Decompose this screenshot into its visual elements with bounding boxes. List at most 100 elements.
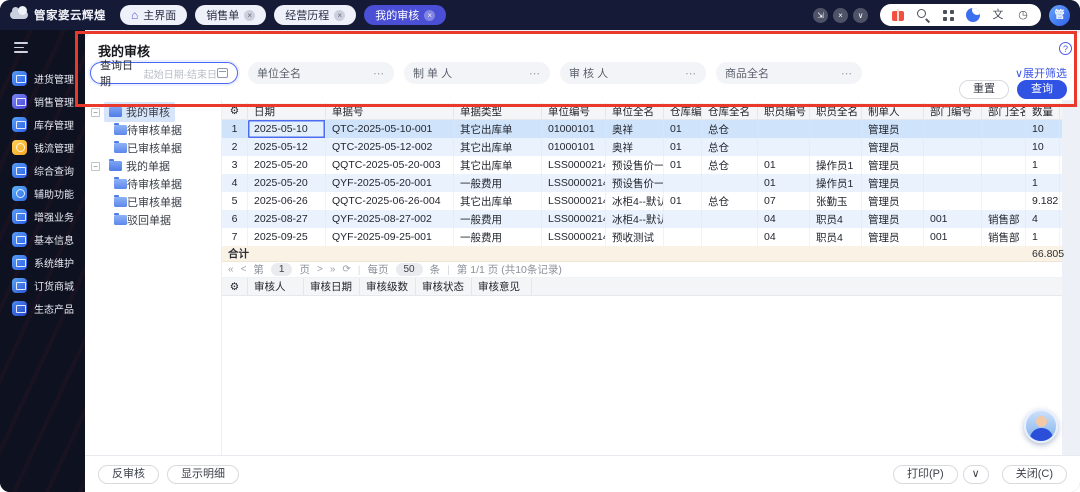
- close-icon[interactable]: ×: [424, 10, 435, 21]
- column-header-职员全名[interactable]: 职员全名: [810, 103, 862, 119]
- tab-经营历程[interactable]: 经营历程×: [274, 5, 356, 25]
- history-icon[interactable]: ◷: [1016, 8, 1030, 22]
- audit-column-header-审核级数[interactable]: 审核级数: [360, 278, 416, 295]
- show-detail-button[interactable]: 显示明细: [167, 465, 239, 484]
- sidebar-item-info[interactable]: 基本信息: [0, 228, 85, 251]
- audit-column-header-审核意见[interactable]: 审核意见: [472, 278, 532, 295]
- tree-node-驳回单据[interactable]: 驳回单据: [85, 211, 221, 229]
- column-header-部门编号[interactable]: 部门编号: [924, 103, 982, 119]
- tab-我的审核[interactable]: 我的审核×: [364, 5, 446, 25]
- sidebar-item-inventory[interactable]: 库存管理: [0, 113, 85, 136]
- table-row[interactable]: 52025-06-26QQTC-2025-06-26-004其它出库单LSS00…: [222, 192, 1062, 210]
- folder-icon: [114, 215, 127, 225]
- close-icon[interactable]: ×: [833, 8, 848, 23]
- sidebar-item-sales[interactable]: 销售管理: [0, 90, 85, 113]
- column-header-职员编号[interactable]: 职员编号: [758, 103, 810, 119]
- refresh-icon[interactable]: ⟳: [342, 264, 350, 275]
- first-page-button[interactable]: «: [228, 264, 234, 275]
- tree-node-已审核单据[interactable]: 已审核单据: [85, 139, 221, 157]
- sidebar-item-maintain[interactable]: 系统维护: [0, 251, 85, 274]
- close-icon[interactable]: ×: [334, 10, 345, 21]
- calendar-icon[interactable]: [217, 68, 228, 78]
- creator-input[interactable]: 制 单 人 ⋯: [404, 62, 550, 84]
- topbar-avatar[interactable]: 管: [1049, 5, 1070, 26]
- gear-icon[interactable]: ⚙: [222, 103, 248, 119]
- auditor-input[interactable]: 审 核 人 ⋯: [560, 62, 706, 84]
- print-button[interactable]: 打印(P): [893, 465, 958, 484]
- unit-name-input[interactable]: 单位全名 ⋯: [248, 62, 394, 84]
- audit-column-header-审核人[interactable]: 审核人: [248, 278, 304, 295]
- column-header-数量[interactable]: 数量: [1026, 103, 1060, 119]
- sidebar-item-assist[interactable]: 辅助功能: [0, 182, 85, 205]
- collapse-icon[interactable]: ∨: [853, 8, 868, 23]
- ellipsis-icon[interactable]: ⋯: [685, 67, 697, 80]
- prev-page-button[interactable]: <: [241, 264, 247, 275]
- sidebar-item-purchase[interactable]: 进货管理: [0, 67, 85, 90]
- expand-filter-link[interactable]: ∨展开筛选: [1015, 65, 1067, 81]
- column-header-制单人[interactable]: 制单人: [862, 103, 924, 119]
- search-button[interactable]: 查询: [1017, 80, 1067, 99]
- sidebar-item-label: 进货管理: [34, 71, 74, 86]
- audit-column-header-审核状态[interactable]: 审核状态: [416, 278, 472, 295]
- language-icon[interactable]: 文: [991, 8, 1005, 22]
- column-header-日期[interactable]: 日期: [248, 103, 326, 119]
- audit-column-header-审核日期[interactable]: 审核日期: [304, 278, 360, 295]
- sidebar-item-mall[interactable]: 订货商城: [0, 274, 85, 297]
- help-icon[interactable]: ?: [1059, 42, 1072, 55]
- column-header-单据号[interactable]: 单据号: [326, 103, 454, 119]
- field-label: 审 核 人: [569, 65, 608, 81]
- search-icon[interactable]: [916, 8, 930, 22]
- tree-node-我的审核[interactable]: −我的审核: [85, 103, 221, 121]
- tab-销售单[interactable]: 销售单×: [195, 5, 266, 25]
- tree-node-我的单据[interactable]: −我的单据: [85, 157, 221, 175]
- table-row[interactable]: 22025-05-12QTC-2025-05-12-002其它出库单010001…: [222, 138, 1062, 156]
- gift-icon[interactable]: [891, 8, 905, 22]
- cell: LSS0000214...: [542, 156, 606, 174]
- ellipsis-icon[interactable]: ⋯: [841, 67, 853, 80]
- close-icon[interactable]: ×: [244, 10, 255, 21]
- sidebar-item-cash[interactable]: 钱流管理: [0, 136, 85, 159]
- table-row[interactable]: 62025-08-27QYF-2025-08-27-002一般费用LSS0000…: [222, 210, 1062, 228]
- close-button[interactable]: 关闭(C): [1002, 465, 1067, 484]
- table-row[interactable]: 72025-09-25QYF-2025-09-25-001一般费用LSS0000…: [222, 228, 1062, 246]
- ellipsis-icon[interactable]: ⋯: [529, 67, 541, 80]
- folder-icon: [109, 107, 122, 117]
- date-range-input[interactable]: 查询日期 起始日期-结束日期: [90, 62, 238, 84]
- column-header-部门全名[interactable]: 部门全名: [982, 103, 1026, 119]
- product-name-input[interactable]: 商品全名 ⋯: [716, 62, 862, 84]
- sidebar-item-enhance[interactable]: 增强业务: [0, 205, 85, 228]
- collapse-icon[interactable]: −: [91, 162, 100, 171]
- per-page-input[interactable]: 50: [396, 263, 423, 276]
- apps-icon[interactable]: [941, 8, 955, 22]
- column-header-仓库编号[interactable]: 仓库编号: [664, 103, 702, 119]
- anti-audit-button[interactable]: 反审核: [98, 465, 159, 484]
- column-header-单位全名[interactable]: 单位全名: [606, 103, 664, 119]
- expand-icon[interactable]: ⇲: [813, 8, 828, 23]
- gear-icon[interactable]: ⚙: [222, 278, 248, 295]
- moon-icon[interactable]: [966, 8, 980, 22]
- page-number-input[interactable]: 1: [271, 263, 293, 276]
- tree-node-待审核单据[interactable]: 待审核单据: [85, 175, 221, 193]
- last-page-button[interactable]: »: [330, 264, 336, 275]
- menu-toggle-icon[interactable]: [14, 42, 28, 53]
- ellipsis-icon[interactable]: ⋯: [373, 67, 385, 80]
- cell: [664, 228, 702, 246]
- cell: 2025-05-12: [248, 138, 326, 156]
- sidebar-item-query[interactable]: 综合查询: [0, 159, 85, 182]
- tree-node-待审核单据[interactable]: 待审核单据: [85, 121, 221, 139]
- table-row[interactable]: 42025-05-20QYF-2025-05-20-001一般费用LSS0000…: [222, 174, 1062, 192]
- column-header-单位编号[interactable]: 单位编号: [542, 103, 606, 119]
- column-header-仓库全名[interactable]: 仓库全名: [702, 103, 758, 119]
- user-avatar[interactable]: [1024, 409, 1058, 443]
- table-row[interactable]: 12025-05-10QTC-2025-05-10-001其它出库单010001…: [222, 120, 1062, 138]
- tree-node-已审核单据[interactable]: 已审核单据: [85, 193, 221, 211]
- tab-主界面[interactable]: ⌂主界面: [120, 5, 187, 25]
- print-dropdown-button[interactable]: ∨: [963, 465, 989, 484]
- column-header-单据类型[interactable]: 单据类型: [454, 103, 542, 119]
- collapse-icon[interactable]: −: [91, 108, 100, 117]
- reset-button[interactable]: 重置: [959, 80, 1009, 99]
- table-row[interactable]: 32025-05-20QQTC-2025-05-20-003其它出库单LSS00…: [222, 156, 1062, 174]
- cell: QYF-2025-05-20-001: [326, 174, 454, 192]
- next-page-button[interactable]: >: [317, 264, 323, 275]
- sidebar-item-eco[interactable]: 生态产品: [0, 297, 85, 320]
